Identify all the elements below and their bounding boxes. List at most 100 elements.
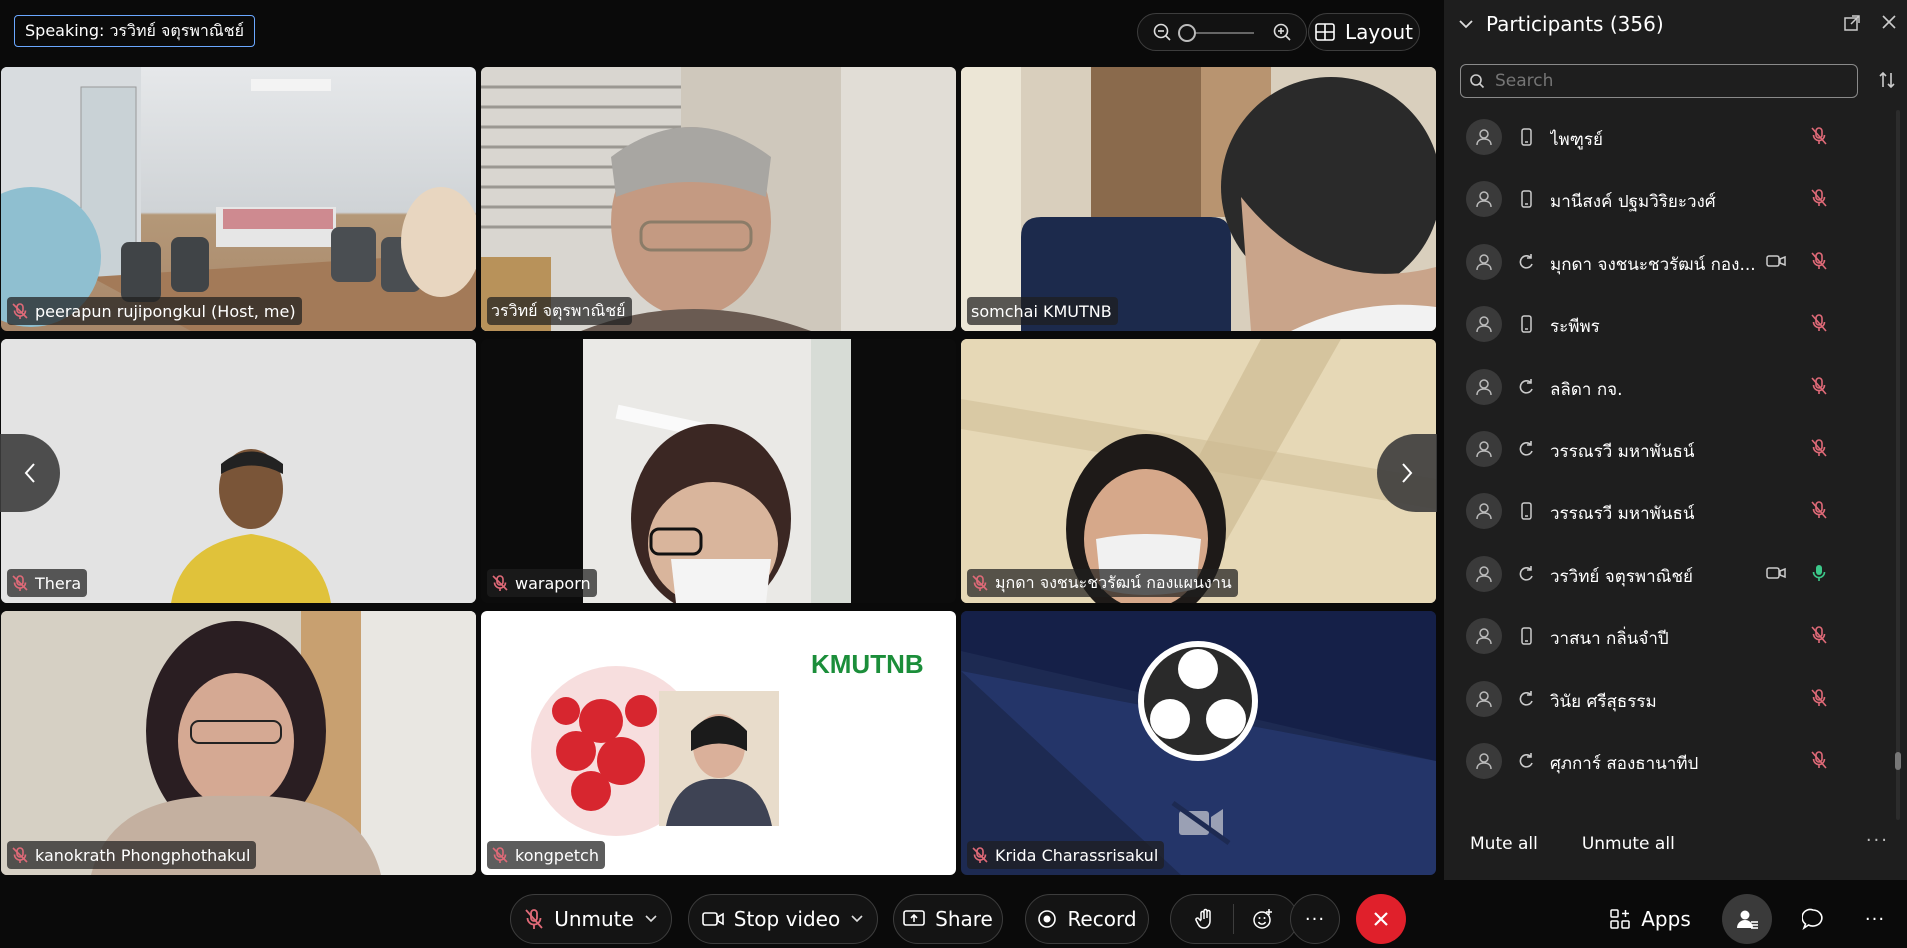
participant-list-name: วรรณรวี มหาพันธน์ (1550, 442, 1695, 462)
mute-all-button[interactable]: Mute all (1470, 834, 1538, 854)
layout-grid-icon (1315, 23, 1335, 41)
share-button[interactable]: Share (893, 894, 1003, 944)
unmute-label: Unmute (554, 907, 634, 931)
participant-row[interactable]: ลลิดา กจ. (1444, 356, 1894, 418)
video-feed (961, 67, 1436, 331)
participant-row[interactable]: มุกดา จงชนะชวรัฒน์ กอง... (1444, 231, 1894, 293)
participant-list-name: ศุภการ์ สองธานาทีป (1550, 754, 1699, 774)
more-options-icon[interactable]: ··· (1866, 830, 1889, 851)
close-icon[interactable] (1881, 14, 1897, 30)
participant-row[interactable]: ศุภการ์ สองธานาทีป (1444, 730, 1894, 792)
video-tile[interactable]: มุกดา จงชนะชวรัฒน์ กองแผนงาน (961, 339, 1436, 603)
avatar (1466, 181, 1502, 218)
participant-name: Krida Charassrisakul (995, 845, 1159, 865)
zoom-slider-handle[interactable] (1178, 24, 1196, 42)
layout-button[interactable]: Layout (1308, 13, 1420, 51)
video-feed (1, 67, 476, 331)
phone-icon (1516, 501, 1536, 521)
more-icon: ··· (1304, 908, 1326, 930)
chevron-down-icon[interactable] (644, 914, 658, 924)
mic-muted-icon[interactable] (1810, 688, 1828, 712)
sort-icon[interactable] (1877, 70, 1897, 90)
video-tile[interactable]: waraporn (481, 339, 956, 603)
participant-row[interactable]: วรรณรวี มหาพันธน์ (1444, 418, 1894, 480)
chat-bubble-icon (1802, 908, 1823, 930)
mic-muted-icon[interactable] (1810, 438, 1828, 462)
record-button[interactable]: Record (1025, 894, 1149, 944)
avatar (1466, 306, 1502, 343)
phone-icon (1516, 314, 1536, 334)
participant-row[interactable]: วรรณรวี มหาพันธน์ (1444, 480, 1894, 542)
zoom-out-icon[interactable] (1152, 22, 1172, 42)
more-controls-button[interactable]: ··· (1290, 894, 1340, 944)
participant-name: somchai KMUTNB (971, 301, 1112, 321)
participant-name-label: Krida Charassrisakul (967, 841, 1165, 869)
unmute-button[interactable]: Unmute (510, 894, 672, 944)
participant-list-name: วาสนา กลิ่นจำปี (1550, 629, 1669, 650)
mic-muted-icon[interactable] (1810, 251, 1828, 275)
participant-row[interactable]: ระพีพร (1444, 293, 1894, 355)
phone-icon (1516, 127, 1536, 147)
more-options-button[interactable]: ··· (1850, 894, 1900, 944)
video-camera-icon (701, 912, 724, 926)
participant-name: วรวิทย์ จตุรพาณิชย์ (491, 300, 626, 320)
video-tile[interactable]: peerapun rujipongkul (Host, me) (1, 67, 476, 331)
participants-scrollbar-thumb[interactable] (1895, 752, 1901, 770)
stop-video-button[interactable]: Stop video (688, 894, 878, 944)
video-tile[interactable]: วรวิทย์ จตุรพาณิชย์ (481, 67, 956, 331)
participants-list[interactable]: ไพฑูรย์ มานีสงค์ ปฐมวิริยะวงศ์ มุกดา จงชนะ… (1444, 104, 1894, 810)
search-input[interactable] (1493, 70, 1837, 92)
mic-muted-icon[interactable] (1810, 126, 1828, 150)
video-tile[interactable]: Thera (1, 339, 476, 603)
chevron-right-icon (1402, 463, 1413, 483)
mic-muted-icon[interactable] (1810, 625, 1828, 649)
sync-icon (1516, 564, 1536, 584)
close-icon (1374, 912, 1388, 926)
participant-name-label: peerapun rujipongkul (Host, me) (7, 297, 302, 325)
sync-icon (1516, 689, 1536, 709)
mic-muted-icon[interactable] (1810, 376, 1828, 400)
participants-panel: Participants (356) ไพฑูรย์มานีสงค์ ปฐมวิ… (1444, 0, 1907, 880)
participants-toggle-button[interactable] (1722, 894, 1772, 944)
mic-muted-icon[interactable] (1810, 500, 1828, 524)
zoom-slider-track[interactable] (1186, 32, 1254, 34)
mic-muted-icon[interactable] (1810, 313, 1828, 337)
participant-name-label: Thera (7, 569, 88, 597)
participant-row[interactable]: วินัย ศรีสุธรรม (1444, 668, 1894, 730)
video-tile[interactable]: kanokrath Phongphothakul (1, 611, 476, 875)
video-camera-icon (1766, 253, 1786, 273)
chat-button[interactable] (1788, 894, 1838, 944)
sync-icon (1516, 252, 1536, 272)
leave-meeting-button[interactable] (1356, 894, 1406, 944)
mic-active-icon[interactable] (1810, 563, 1828, 587)
chevron-down-icon[interactable] (850, 914, 864, 924)
participant-list-name: วรวิทย์ จตุรพาณิชย์ (1550, 566, 1693, 587)
video-tile[interactable]: Krida Charassrisakul (961, 611, 1436, 875)
participant-name: kanokrath Phongphothakul (35, 845, 251, 865)
avatar (1466, 743, 1502, 779)
chevron-down-icon[interactable] (1458, 18, 1474, 30)
participant-row[interactable]: วาสนา กลิ่นจำปี (1444, 605, 1894, 667)
raise-hand-icon[interactable] (1194, 908, 1215, 930)
avatar (1466, 493, 1502, 530)
mic-muted-icon[interactable] (1810, 750, 1828, 774)
participants-scrollbar[interactable] (1896, 110, 1900, 820)
search-field[interactable] (1460, 64, 1858, 98)
apps-button[interactable]: Apps (1600, 894, 1700, 944)
obs-logo-icon (1138, 641, 1258, 761)
participant-row[interactable]: วรวิทย์ จตุรพาณิชย์ (1444, 543, 1894, 605)
video-tile[interactable]: KMUTNB kongpetch (481, 611, 956, 875)
zoom-in-icon[interactable] (1272, 22, 1292, 42)
pop-out-icon[interactable] (1843, 14, 1861, 32)
apps-label: Apps (1641, 907, 1691, 931)
unmute-all-button[interactable]: Unmute all (1582, 834, 1675, 854)
participant-row[interactable]: มานีสงค์ ปฐมวิริยะวงศ์ (1444, 168, 1894, 230)
participant-row[interactable]: ไพฑูรย์ (1444, 106, 1894, 168)
layout-label: Layout (1345, 20, 1413, 44)
reactions-emoji-icon[interactable] (1252, 908, 1274, 930)
avatar (1466, 555, 1502, 592)
video-tile[interactable]: somchai KMUTNB (961, 67, 1436, 331)
participants-header[interactable]: Participants (356) (1458, 12, 1664, 36)
participant-list-name: วินัย ศรีสุธรรม (1550, 691, 1657, 712)
mic-muted-icon[interactable] (1810, 188, 1828, 212)
